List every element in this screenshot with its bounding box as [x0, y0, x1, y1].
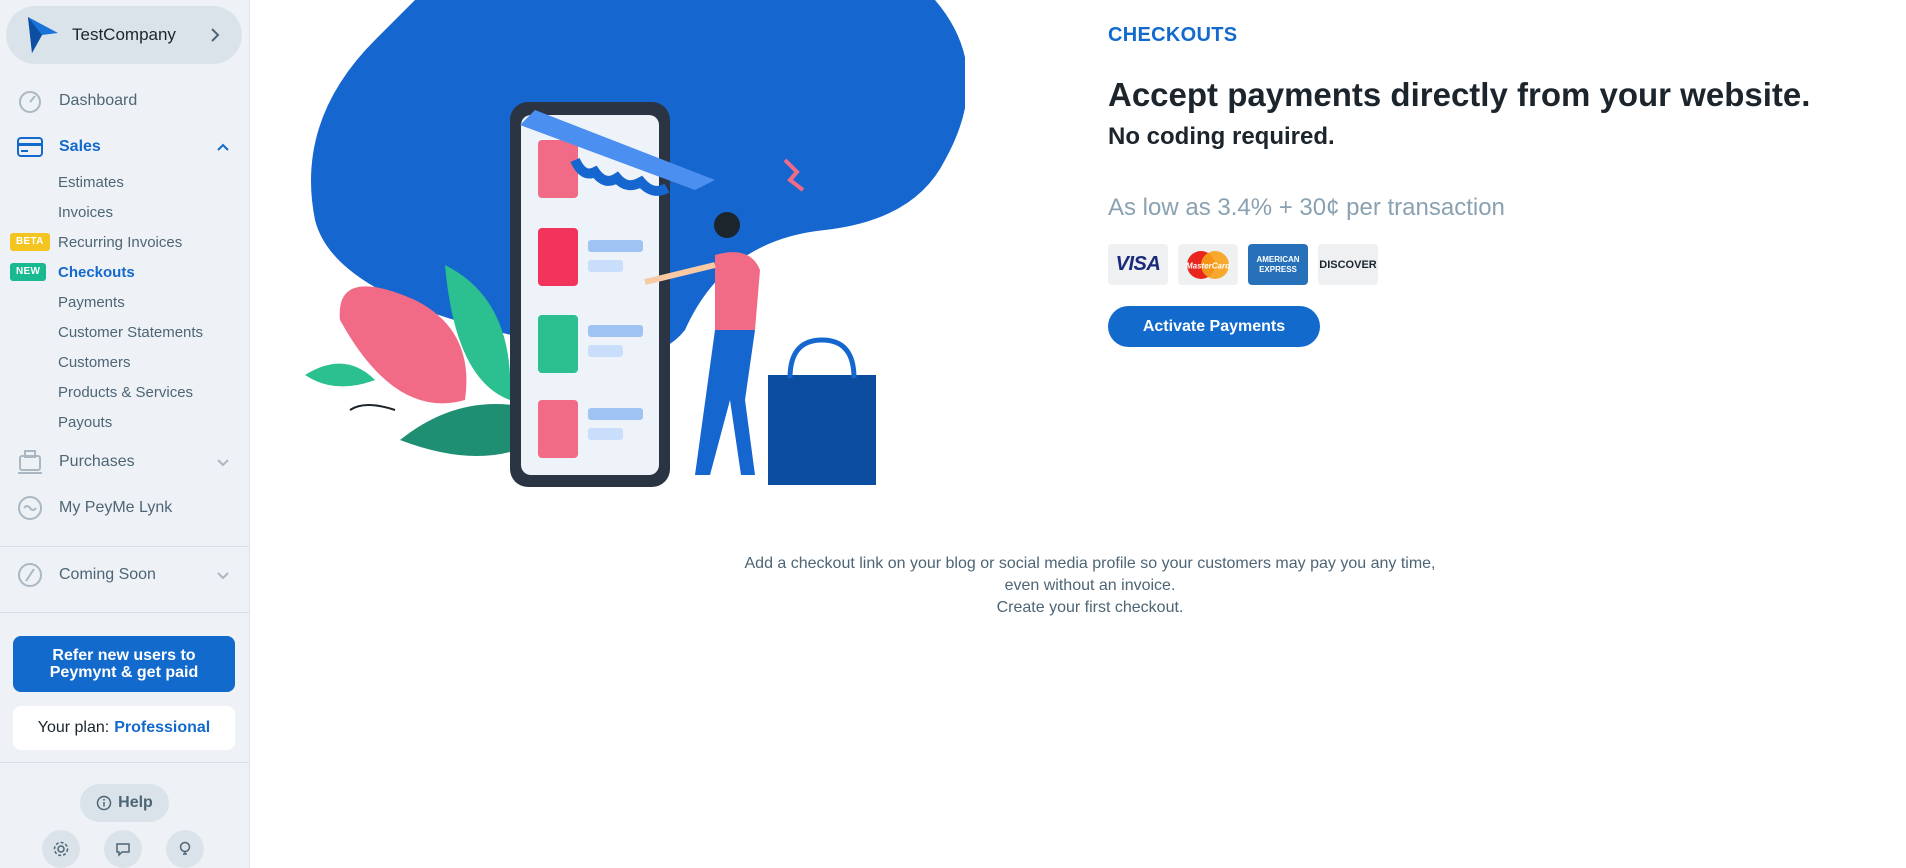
settings-button[interactable]	[42, 830, 80, 868]
nav-purchases[interactable]: Purchases	[0, 444, 249, 480]
sidebar-item-payouts[interactable]: Payouts	[0, 408, 249, 436]
nav-peyme-lynk[interactable]: My PeyMe Lynk	[0, 490, 249, 526]
sidebar: TestCompany Dashboard Sales Estimates In…	[0, 0, 250, 868]
chevron-up-icon	[217, 143, 229, 151]
info-icon	[96, 795, 112, 811]
nav-coming-soon[interactable]: Coming Soon	[0, 557, 249, 593]
discover-logo: DISCOVER	[1318, 244, 1378, 285]
checkout-illustration	[305, 0, 965, 487]
peymynt-logo-icon	[28, 17, 58, 53]
sidebar-item-label: Checkouts	[58, 263, 135, 281]
sidebar-divider	[0, 546, 249, 547]
mastercard-logo: MasterCard	[1178, 244, 1238, 285]
sidebar-item-checkouts[interactable]: NEW Checkouts	[0, 258, 249, 286]
gear-icon	[53, 841, 69, 857]
sidebar-item-customers[interactable]: Customers	[0, 348, 249, 376]
sidebar-item-label: Estimates	[58, 173, 124, 191]
pricing-text: As low as 3.4% + 30¢ per transaction	[1108, 194, 1505, 221]
new-badge: NEW	[10, 263, 47, 281]
help-button[interactable]: Help	[80, 784, 169, 822]
sidebar-item-label: Products & Services	[58, 383, 194, 401]
chat-icon	[116, 843, 130, 857]
nav-dashboard[interactable]: Dashboard	[0, 83, 249, 119]
register-icon	[16, 448, 44, 476]
plan-label: Your plan:	[37, 719, 110, 736]
svg-text:MasterCard: MasterCard	[1186, 261, 1231, 270]
chevron-down-icon	[217, 572, 229, 580]
page-subtitle: No coding required.	[1108, 123, 1335, 150]
credit-card-icon	[16, 133, 44, 161]
description-line: Add a checkout link on your blog or soci…	[744, 555, 1436, 572]
nav-peyme-lynk-label: My PeyMe Lynk	[59, 499, 173, 516]
refer-users-button[interactable]: Refer new users to Peymynt & get paid	[13, 636, 235, 692]
plan-box[interactable]: Your plan: Professional	[13, 706, 235, 750]
sidebar-item-label: Payments	[58, 293, 125, 311]
sidebar-item-label: Customer Statements	[58, 323, 204, 341]
nav-coming-soon-label: Coming Soon	[59, 566, 156, 583]
ideas-button[interactable]	[166, 830, 204, 868]
section-label: CHECKOUTS	[1108, 24, 1238, 46]
sidebar-item-products-services[interactable]: Products & Services	[0, 378, 249, 406]
plan-name[interactable]: Professional	[114, 719, 210, 737]
sidebar-item-label: Invoices	[58, 203, 114, 221]
nav-purchases-label: Purchases	[59, 453, 135, 470]
sidebar-divider	[0, 612, 249, 613]
sidebar-item-invoices[interactable]: Invoices	[0, 198, 249, 226]
sidebar-item-label: Recurring Invoices	[58, 233, 183, 251]
visa-logo: VISA	[1108, 244, 1168, 285]
help-label: Help	[118, 794, 153, 811]
sidebar-item-estimates[interactable]: Estimates	[0, 168, 249, 196]
company-switcher[interactable]: TestCompany	[6, 6, 242, 64]
nav-sales-label: Sales	[59, 138, 101, 155]
lightbulb-icon	[179, 841, 191, 855]
activate-payments-button[interactable]: Activate Payments	[1108, 306, 1320, 347]
compass-icon	[16, 561, 44, 589]
page-title: Accept payments directly from your websi…	[1108, 76, 1811, 113]
sidebar-item-payments[interactable]: Payments	[0, 288, 249, 316]
support-button[interactable]	[104, 830, 142, 868]
nav-dashboard-label: Dashboard	[59, 92, 138, 109]
company-name: TestCompany	[72, 25, 176, 44]
sidebar-item-label: Customers	[58, 353, 131, 371]
speedometer-icon	[16, 87, 44, 115]
amex-logo: AMERICAN EXPRESS	[1248, 244, 1308, 285]
link-icon	[16, 494, 44, 522]
card-logos: VISA MasterCard AMERICAN EXPRESS DISCOVE…	[1108, 244, 1378, 285]
description-line: Create your first checkout.	[996, 599, 1184, 616]
chevron-right-icon	[200, 20, 230, 50]
sidebar-item-recurring-invoices[interactable]: BETA Recurring Invoices	[0, 228, 249, 256]
description-line: even without an invoice.	[1004, 577, 1176, 594]
sidebar-item-customer-statements[interactable]: Customer Statements	[0, 318, 249, 346]
sidebar-item-label: Payouts	[58, 413, 113, 431]
sidebar-divider	[0, 762, 249, 763]
beta-badge: BETA	[10, 233, 50, 251]
chevron-down-icon	[217, 459, 229, 467]
nav-sales[interactable]: Sales	[0, 129, 249, 165]
checkout-description: Add a checkout link on your blog or soci…	[640, 553, 1540, 619]
